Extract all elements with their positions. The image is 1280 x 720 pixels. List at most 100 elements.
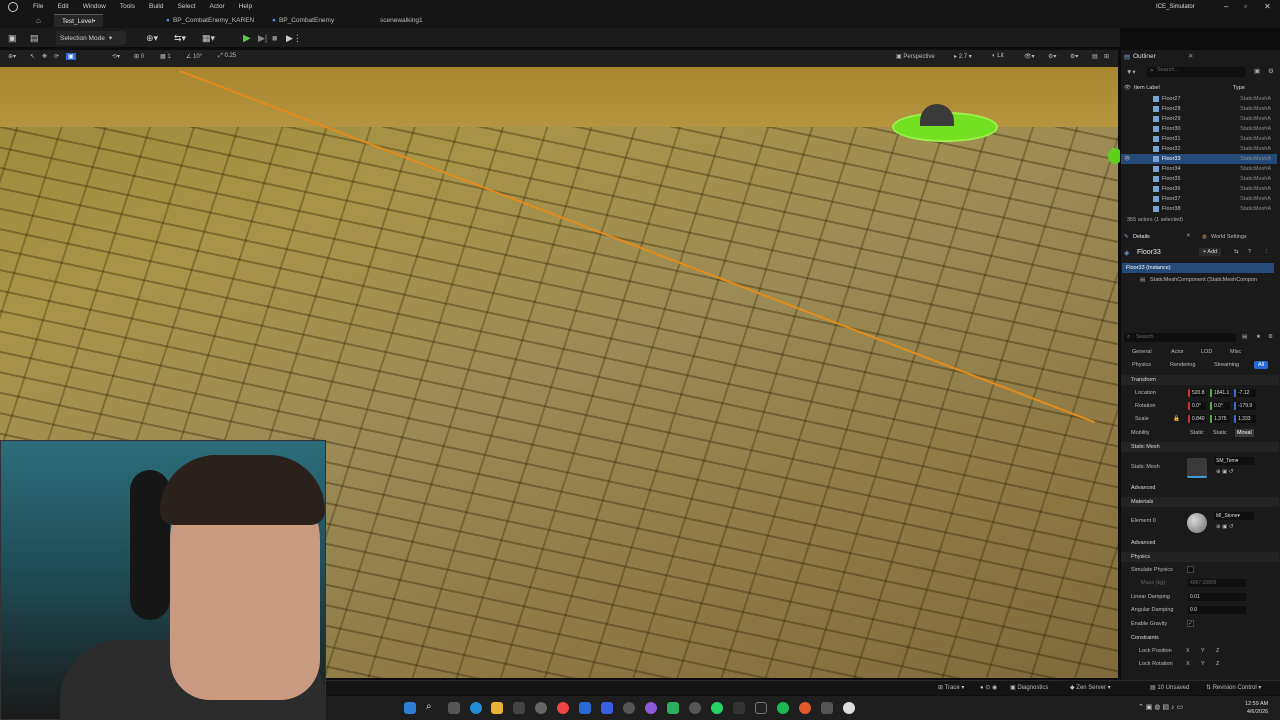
app-icon-5[interactable] [733,702,745,714]
outliner-row[interactable]: Floor35 StaticMeshA [1121,174,1277,184]
category-physics[interactable]: Physics [1128,361,1155,369]
rotation-y[interactable]: 0.0° [1210,402,1230,410]
table-view-icon[interactable]: ▤ [1242,334,1247,340]
performance-icon[interactable]: ⚙▾ [1048,53,1056,60]
lock-rotation-y[interactable]: Y [1201,661,1205,667]
mass-field[interactable]: 4097.03809 [1188,579,1246,587]
category-misc[interactable]: Misc [1226,348,1245,356]
mobility-static-2[interactable]: Static [1213,430,1227,436]
actor-name[interactable]: Floor33 [1137,249,1161,256]
menu-edit[interactable]: Edit [50,0,75,12]
location-z[interactable]: -7.12 [1234,389,1256,397]
simulate-physics-checkbox[interactable] [1187,566,1194,573]
menu-help[interactable]: Help [232,0,259,12]
scale-x[interactable]: 0.840 [1188,415,1206,423]
menu-actor[interactable]: Actor [203,0,232,12]
save-icon[interactable]: ▣ [8,31,17,45]
task-view-icon[interactable] [448,702,460,714]
selection-mode-dropdown[interactable]: Selection Mode ▾ [56,31,126,45]
material-thumbnail[interactable] [1187,513,1207,533]
cinematics-icon[interactable]: ▦▾ [202,31,215,45]
actor-dots-icon[interactable]: ⋮ [1264,249,1270,255]
menu-file[interactable]: File [26,0,50,12]
category-all[interactable]: All [1254,361,1269,369]
section-physics[interactable]: Physics [1121,552,1279,562]
transform-tool-icon[interactable]: ⊕▾ [8,53,16,60]
outliner-row[interactable]: Floor31 StaticMeshA [1121,134,1277,144]
category-actor[interactable]: Actor [1167,348,1188,356]
location-x[interactable]: 520.8 [1188,389,1206,397]
settings-app-icon[interactable] [535,702,547,714]
enable-gravity-checkbox[interactable]: ✓ [1187,620,1194,627]
select-arrow-icon[interactable]: ↖ [30,53,35,60]
menu-select[interactable]: Select [170,0,202,12]
blueprint-icon[interactable]: ⇆ [1234,249,1239,255]
content-browser-icon[interactable]: ▤ [30,31,39,45]
section-materials[interactable]: Materials [1121,497,1279,507]
surface-snap-icon[interactable]: ⟲▾ [112,53,120,60]
lock-position-y[interactable]: Y [1201,648,1205,654]
trace-button[interactable]: ⊞ Trace ▾ [938,684,964,691]
grid-size-value[interactable]: ▦ 1 [160,53,171,60]
app-icon-2[interactable] [645,702,657,714]
edge-icon[interactable] [470,702,482,714]
outliner-settings-icon[interactable]: ⚙ [1268,67,1274,75]
tab-test-level[interactable]: Test_Level• [54,14,104,27]
zen-server-button[interactable]: ◆ Zen Server ▾ [1070,684,1111,691]
static-mesh-dropdown[interactable]: SM_Tem ▾ [1214,457,1254,465]
linear-damping-field[interactable]: 0.01 [1188,593,1246,601]
status-record-icons[interactable]: ● ⊙ ◉ [980,684,997,691]
app-icon-7[interactable] [821,702,833,714]
scale-z[interactable]: 1.333 [1234,415,1256,423]
stop-icon[interactable]: ■ [272,31,277,45]
section-static-mesh[interactable]: Static Mesh [1121,442,1279,452]
outliner-row[interactable]: Floor32 StaticMeshA [1121,144,1277,154]
lock-icon[interactable]: 🔒 [1173,416,1180,422]
add-folder-icon[interactable]: ▣ [1254,67,1260,75]
mesh-asset-icons[interactable]: ⊕ ▣ ↺ [1216,469,1233,475]
grid-snap-value[interactable]: ⊞ 0 [134,53,144,60]
tab-bp-combat-enemy-karen[interactable]: ● BP_CombatEnemy_KAREN [158,14,262,27]
favorite-star-icon[interactable]: ★ [1256,334,1261,340]
vscode-icon[interactable] [579,702,591,714]
outliner-row[interactable]: Floor29 StaticMeshA [1121,114,1277,124]
settings-icon[interactable]: ⚙▾ [1070,53,1078,60]
scale-snap-value[interactable]: ⤢ 0.25 [218,53,236,60]
material-asset-icons[interactable]: ⊕ ▣ ↺ [1216,524,1233,530]
unsaved-button[interactable]: ▤ 10 Unsaved [1150,684,1189,691]
move-icon[interactable]: ✥ [42,53,47,60]
section-advanced-materials[interactable]: Advanced [1121,538,1279,548]
outliner-row[interactable]: 👁 Floor33 StaticMeshA [1121,154,1277,164]
outliner-row[interactable]: Floor27 StaticMeshA [1121,94,1277,104]
minimize-icon[interactable]: – [1224,2,1228,11]
home-icon[interactable]: ⌂ [36,16,41,25]
category-general[interactable]: General [1128,348,1156,356]
add-actor-icon[interactable]: ⊕▾ [146,31,158,45]
visibility-eye-icon[interactable]: 👁 [1124,156,1130,162]
section-constraints[interactable]: Constraints [1121,633,1279,643]
windows-start-icon[interactable] [404,702,416,714]
add-component-button[interactable]: + Add [1199,248,1222,256]
category-streaming[interactable]: Streaming [1210,361,1243,369]
filter-icon[interactable]: ▼▾ [1126,68,1136,76]
rotate-icon[interactable]: ⟳ [54,53,59,60]
whatsapp-icon[interactable] [711,702,723,714]
app-icon-4[interactable] [689,702,701,714]
camera-speed-button[interactable]: ▸ 2.7 ▾ [954,53,972,60]
rotation-snap-value[interactable]: ∠ 10° [186,53,202,60]
menu-window[interactable]: Window [76,0,113,12]
tab-details[interactable]: Details [1133,234,1150,240]
show-flags-icon[interactable]: 👁▾ [1024,53,1035,60]
maximize-icon[interactable]: ▫ [1244,2,1247,11]
perspective-button[interactable]: ▣ Perspective [896,53,935,60]
spotify-icon[interactable] [777,702,789,714]
tab-bp-combat-enemy[interactable]: ● BP_CombatEnemy [264,14,342,27]
menu-tools[interactable]: Tools [113,0,142,12]
step-icon[interactable]: ▶| [258,31,267,45]
outliner-row[interactable]: Floor34 StaticMeshA [1121,164,1277,174]
material-dropdown[interactable]: MI_Stone ▾ [1214,512,1254,520]
menu-build[interactable]: Build [142,0,170,12]
system-clock[interactable]: 12:59 AM 4/6/2026 [1245,700,1268,716]
help-icon[interactable]: ? [1248,249,1251,255]
outliner-search-input[interactable]: Search... [1147,67,1245,77]
